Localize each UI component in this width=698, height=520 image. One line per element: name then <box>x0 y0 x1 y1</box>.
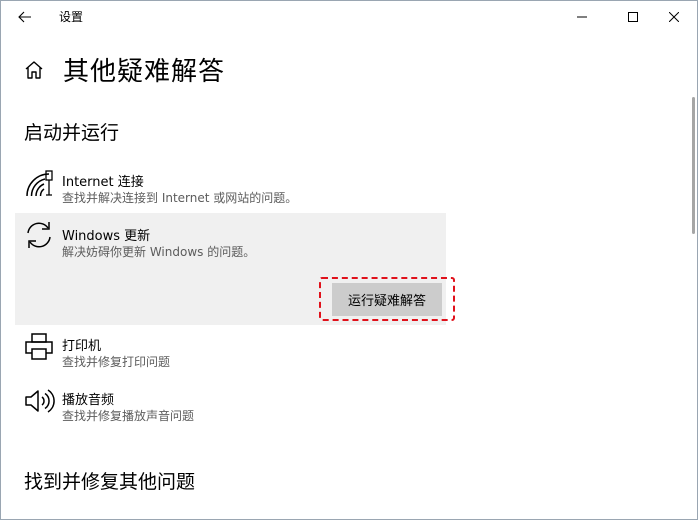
item-name: Windows 更新 <box>62 229 151 244</box>
home-icon <box>25 61 43 79</box>
troubleshooter-windows-update[interactable]: Windows 更新 解决妨碍你更新 Windows 的问题。 运行疑难解答 <box>15 213 455 325</box>
item-name: 播放音频 <box>62 393 115 408</box>
title-bar: 设置 <box>1 1 697 33</box>
back-button[interactable] <box>9 3 41 31</box>
sync-icon <box>23 219 55 251</box>
item-description: 查找并修复播放声音问题 <box>62 409 195 423</box>
item-name: 打印机 <box>62 339 102 354</box>
item-description: 查找并修复打印问题 <box>62 355 171 369</box>
close-button[interactable] <box>651 1 697 33</box>
item-name: Internet 连接 <box>62 175 144 190</box>
window-title: 设置 <box>59 10 84 24</box>
run-troubleshooter-button[interactable]: 运行疑难解答 <box>332 283 442 316</box>
page-title: 其他疑难解答 <box>63 57 226 87</box>
maximize-icon <box>628 12 638 22</box>
wifi-globe-icon <box>23 169 55 201</box>
section-title-other: 找到并修复其他问题 <box>24 471 196 493</box>
close-icon <box>669 12 679 22</box>
home-button[interactable] <box>23 59 45 81</box>
troubleshooter-internet[interactable]: Internet 连接 查找并解决连接到 Internet 或网站的问题。 <box>15 161 446 213</box>
scrollbar-thumb[interactable] <box>692 97 695 234</box>
troubleshooter-printer[interactable]: 打印机 查找并修复打印问题 <box>15 325 446 377</box>
minimize-icon <box>577 16 587 18</box>
back-arrow-icon <box>18 11 31 23</box>
maximize-button[interactable] <box>610 1 656 33</box>
settings-window: 设置 其他疑难解答 启动并运行 Internet 连接 查找并解决连接到 Int… <box>0 0 698 520</box>
section-title-startup: 启动并运行 <box>24 122 120 144</box>
troubleshooter-audio[interactable]: 播放音频 查找并修复播放声音问题 <box>15 379 446 431</box>
item-description: 解决妨碍你更新 Windows 的问题。 <box>62 245 256 259</box>
item-description: 查找并解决连接到 Internet 或网站的问题。 <box>62 191 298 205</box>
printer-icon <box>23 331 55 363</box>
minimize-button[interactable] <box>559 1 605 33</box>
speaker-icon <box>23 385 55 417</box>
